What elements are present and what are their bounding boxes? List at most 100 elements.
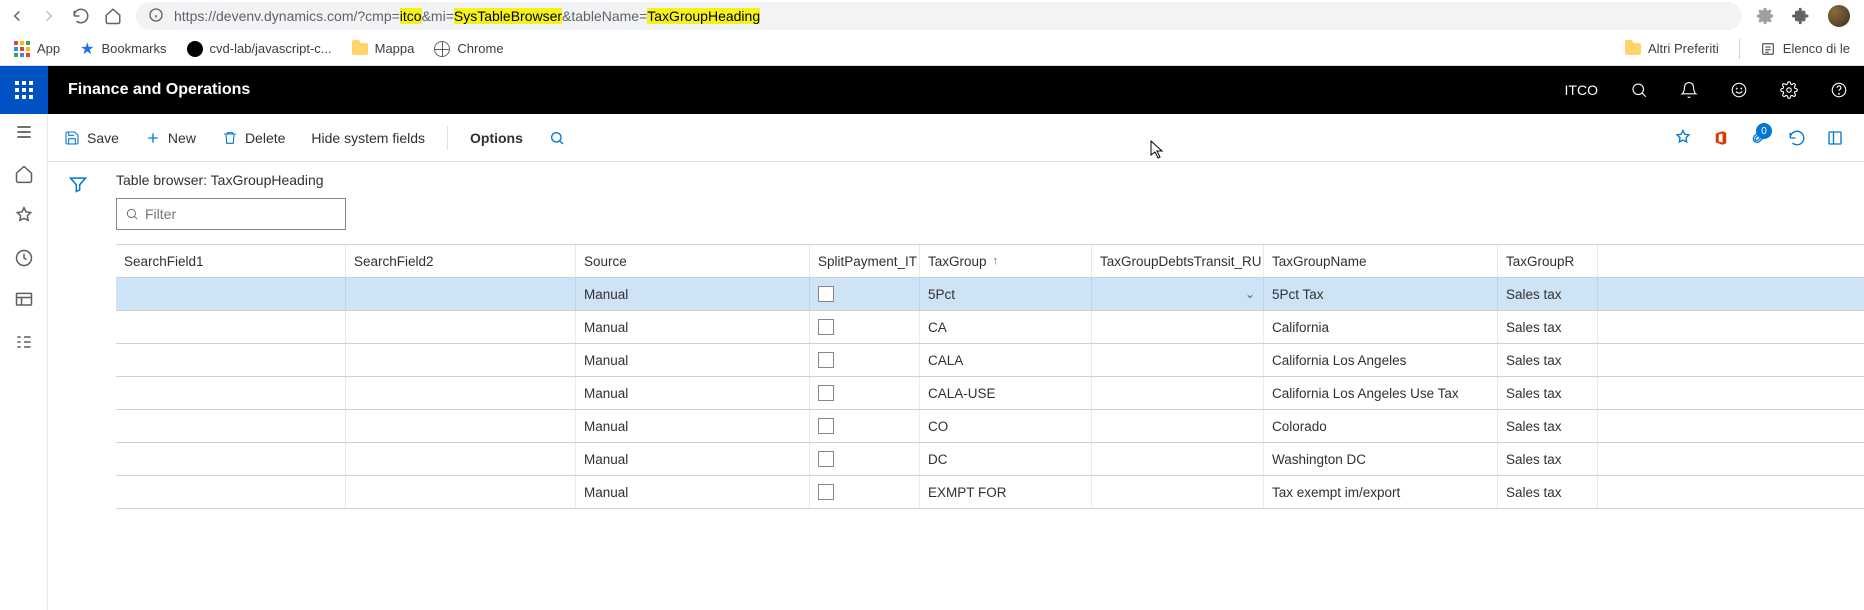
column-header-source[interactable]: Source: [576, 245, 810, 277]
settings-button[interactable]: [1764, 66, 1814, 114]
site-info-icon[interactable]: [148, 7, 164, 26]
cell-debts[interactable]: [1092, 377, 1264, 409]
reading-list[interactable]: Elenco di le: [1760, 41, 1850, 57]
table-row[interactable]: Manual CALA California Los AngelesSales ta…: [116, 344, 1864, 377]
company-picker[interactable]: ITCO: [1549, 66, 1614, 114]
new-button[interactable]: New: [141, 130, 200, 146]
cell-searchfield1[interactable]: [116, 377, 346, 409]
cell-searchfield1[interactable]: [116, 311, 346, 343]
workspaces-nav-button[interactable]: [14, 290, 34, 310]
cell-rounding[interactable]: Sales tax: [1498, 311, 1598, 343]
cell-rounding[interactable]: Sales tax: [1498, 377, 1598, 409]
cell-source[interactable]: Manual: [576, 377, 810, 409]
table-row[interactable]: ManualCALA-USECalifornia Los Angeles Use…: [116, 377, 1864, 410]
checkbox[interactable]: [818, 352, 834, 368]
cell-splitpayment[interactable]: [810, 278, 920, 310]
checkbox[interactable]: [818, 484, 834, 500]
cell-taxgroupname[interactable]: Washington DC: [1264, 443, 1498, 475]
cell-searchfield1[interactable]: [116, 278, 346, 310]
extensions-icon[interactable]: [1792, 7, 1810, 25]
cell-splitpayment[interactable]: [810, 377, 920, 409]
column-header-splitpayment[interactable]: SplitPayment_IT: [810, 245, 920, 277]
profile-avatar[interactable]: [1828, 5, 1850, 27]
cell-rounding[interactable]: Sales tax: [1498, 344, 1598, 376]
cell-taxgroup[interactable]: EXMPT FOR: [920, 476, 1092, 508]
table-row[interactable]: Manual5Pct⌄5Pct TaxSales tax: [116, 278, 1864, 311]
cell-taxgroupname[interactable]: California: [1264, 311, 1498, 343]
bookmarks-button[interactable]: ★Bookmarks: [80, 39, 166, 59]
cell-debts[interactable]: ⌄: [1092, 278, 1264, 310]
cell-rounding[interactable]: Sales tax: [1498, 410, 1598, 442]
cell-debts[interactable]: [1092, 410, 1264, 442]
filter-input[interactable]: [145, 206, 337, 222]
column-header-searchfield2[interactable]: SearchField2: [346, 245, 576, 277]
home-button[interactable]: [104, 7, 122, 25]
settings-icon[interactable]: [1756, 7, 1774, 25]
cell-source[interactable]: Manual: [576, 344, 810, 376]
cell-debts[interactable]: [1092, 311, 1264, 343]
reload-button[interactable]: [72, 7, 90, 25]
cell-splitpayment[interactable]: [810, 476, 920, 508]
options-button[interactable]: Options: [466, 130, 527, 146]
delete-button[interactable]: Delete: [218, 130, 289, 146]
cell-searchfield2[interactable]: [346, 410, 576, 442]
cell-source[interactable]: Manual: [576, 311, 810, 343]
hamburger-button[interactable]: [14, 122, 34, 142]
table-row[interactable]: ManualCACaliforniaSales tax: [116, 311, 1864, 344]
personalize-icon[interactable]: [1674, 129, 1692, 147]
search-button[interactable]: [1614, 66, 1664, 114]
address-bar[interactable]: https://devenv.dynamics.com/?cmp=itco&mi…: [136, 2, 1742, 30]
cell-source[interactable]: Manual: [576, 443, 810, 475]
cell-searchfield1[interactable]: [116, 410, 346, 442]
table-row[interactable]: ManualDCWashington DCSales tax: [116, 443, 1864, 476]
cell-searchfield2[interactable]: [346, 311, 576, 343]
cell-taxgroupname[interactable]: California Los Angeles Use Tax: [1264, 377, 1498, 409]
bookmark-mappa[interactable]: Mappa: [352, 41, 415, 56]
office-icon[interactable]: [1712, 129, 1730, 147]
favorites-nav-button[interactable]: [14, 206, 34, 226]
cell-taxgroup[interactable]: DC: [920, 443, 1092, 475]
hide-system-fields-button[interactable]: Hide system fields: [307, 130, 429, 146]
popout-button[interactable]: [1826, 129, 1844, 147]
cell-taxgroupname[interactable]: Tax exempt im/export: [1264, 476, 1498, 508]
cell-source[interactable]: Manual: [576, 410, 810, 442]
cell-splitpayment[interactable]: [810, 443, 920, 475]
cell-debts[interactable]: [1092, 344, 1264, 376]
checkbox[interactable]: [818, 286, 834, 302]
notifications-button[interactable]: [1664, 66, 1714, 114]
column-header-taxgroup[interactable]: TaxGroup↑: [920, 245, 1092, 277]
bookmark-altri[interactable]: Altri Preferiti: [1625, 41, 1719, 56]
cell-taxgroupname[interactable]: California Los Angeles: [1264, 344, 1498, 376]
cell-searchfield2[interactable]: [346, 278, 576, 310]
cell-searchfield2[interactable]: [346, 377, 576, 409]
checkbox[interactable]: [818, 451, 834, 467]
table-row[interactable]: ManualCOColoradoSales tax: [116, 410, 1864, 443]
home-nav-button[interactable]: [14, 164, 34, 184]
bookmark-repo[interactable]: cvd-lab/javascript-c...: [187, 41, 332, 57]
cell-splitpayment[interactable]: [810, 344, 920, 376]
cell-searchfield2[interactable]: [346, 344, 576, 376]
checkbox[interactable]: [818, 385, 834, 401]
modules-nav-button[interactable]: [14, 332, 34, 352]
column-header-taxgroupname[interactable]: TaxGroupName: [1264, 245, 1498, 277]
save-button[interactable]: Save: [60, 130, 123, 146]
cell-searchfield1[interactable]: [116, 476, 346, 508]
cell-taxgroupname[interactable]: Colorado: [1264, 410, 1498, 442]
cell-taxgroup[interactable]: CALA: [920, 344, 1092, 376]
forward-button[interactable]: [40, 7, 58, 25]
app-launcher[interactable]: [0, 66, 48, 114]
filter-pane-button[interactable]: [68, 174, 88, 194]
table-row[interactable]: Manual EXMPT FOR Tax exempt im/exportSales…: [116, 476, 1864, 509]
column-header-debts[interactable]: TaxGroupDebtsTransit_RU: [1092, 245, 1264, 277]
recent-nav-button[interactable]: [14, 248, 34, 268]
cell-taxgroupname[interactable]: 5Pct Tax: [1264, 278, 1498, 310]
filter-input-wrapper[interactable]: [116, 198, 346, 230]
cell-source[interactable]: Manual: [576, 476, 810, 508]
attachments-button[interactable]: 0: [1750, 127, 1768, 148]
back-button[interactable]: [8, 7, 26, 25]
cell-splitpayment[interactable]: [810, 410, 920, 442]
chevron-down-icon[interactable]: ⌄: [1245, 287, 1255, 301]
feedback-button[interactable]: [1714, 66, 1764, 114]
cell-rounding[interactable]: Sales tax: [1498, 476, 1598, 508]
cell-debts[interactable]: [1092, 443, 1264, 475]
